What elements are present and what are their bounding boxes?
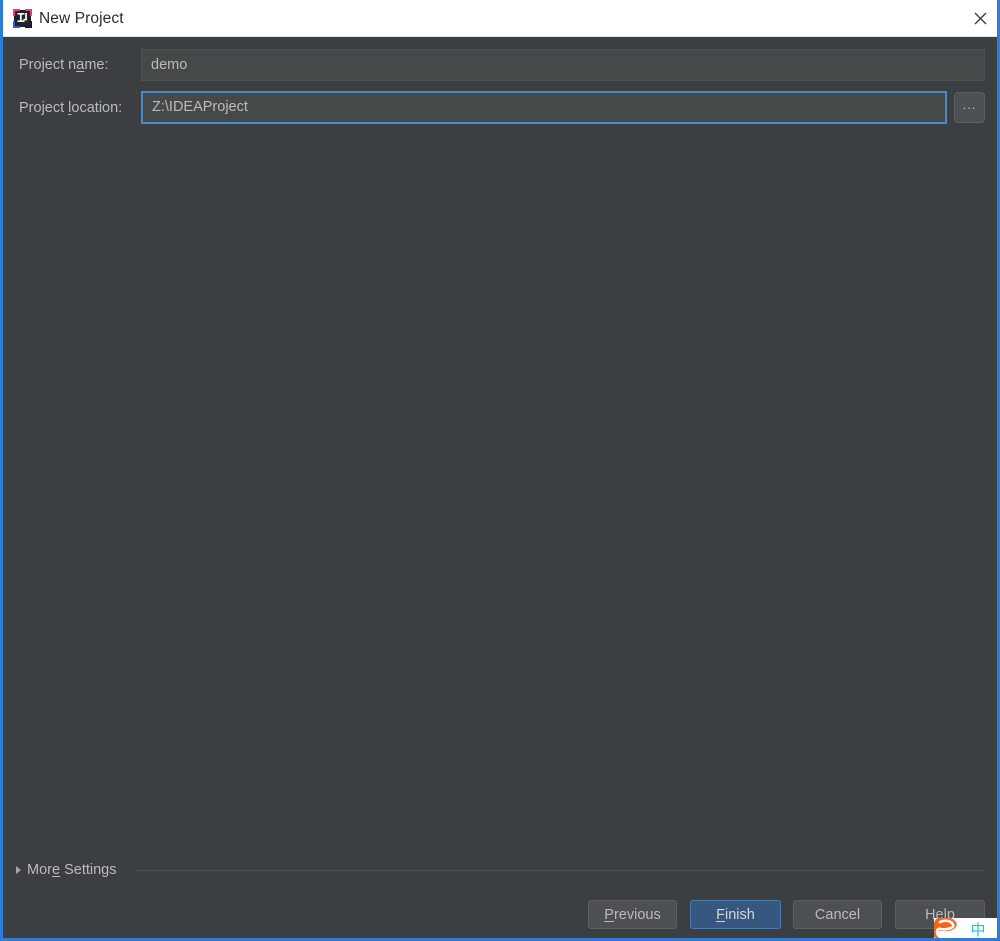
project-name-label: Project name: (19, 56, 108, 74)
input-method-indicator[interactable]: 中 (934, 918, 997, 939)
ime-corner-marker (987, 928, 997, 938)
triangle-right-icon (16, 866, 21, 874)
intellij-idea-icon (13, 9, 32, 28)
finish-button[interactable]: Finish (690, 900, 781, 929)
project-location-label-prefix: Project (19, 100, 69, 116)
project-location-input[interactable]: Z:\IDEAProject (141, 91, 947, 124)
project-name-label-prefix: Project n (19, 57, 77, 73)
title-bar: New Project (3, 0, 997, 37)
more-settings-mnemonic: e (51, 862, 61, 878)
close-icon[interactable] (957, 0, 997, 36)
previous-button-mnemonic: P (604, 906, 614, 923)
browse-folder-button[interactable]: ... (954, 92, 985, 123)
cancel-button-label: Cancel (814, 906, 861, 923)
project-location-value: Z:\IDEAProject (152, 99, 248, 116)
new-project-dialog: New Project Project name: demo Project l… (0, 0, 1000, 941)
project-name-label-suffix: me: (84, 57, 109, 73)
more-settings-toggle[interactable]: More Settings (16, 861, 116, 879)
previous-button-label: revious (613, 906, 661, 923)
finish-button-mnemonic: F (716, 906, 726, 923)
dialog-content: Project name: demo Project location: Z:\… (3, 37, 997, 938)
more-settings-label: More Settings (27, 862, 116, 878)
previous-button[interactable]: Previous (588, 900, 677, 929)
window-title: New Project (39, 10, 124, 27)
more-settings-prefix: Mor (27, 862, 52, 878)
project-name-value: demo (151, 56, 188, 73)
project-location-label-suffix: ocation: (71, 100, 123, 116)
separator (136, 870, 985, 871)
more-settings-suffix: Settings (60, 862, 117, 878)
finish-button-label: inish (725, 906, 755, 923)
cancel-button[interactable]: Cancel (793, 900, 882, 929)
language-mode-indicator[interactable]: 中 (967, 919, 989, 939)
project-location-label: Project location: (19, 99, 122, 117)
sogou-logo-icon (934, 918, 966, 938)
project-name-input[interactable]: demo (141, 49, 985, 81)
ellipsis-icon: ... (962, 97, 977, 112)
